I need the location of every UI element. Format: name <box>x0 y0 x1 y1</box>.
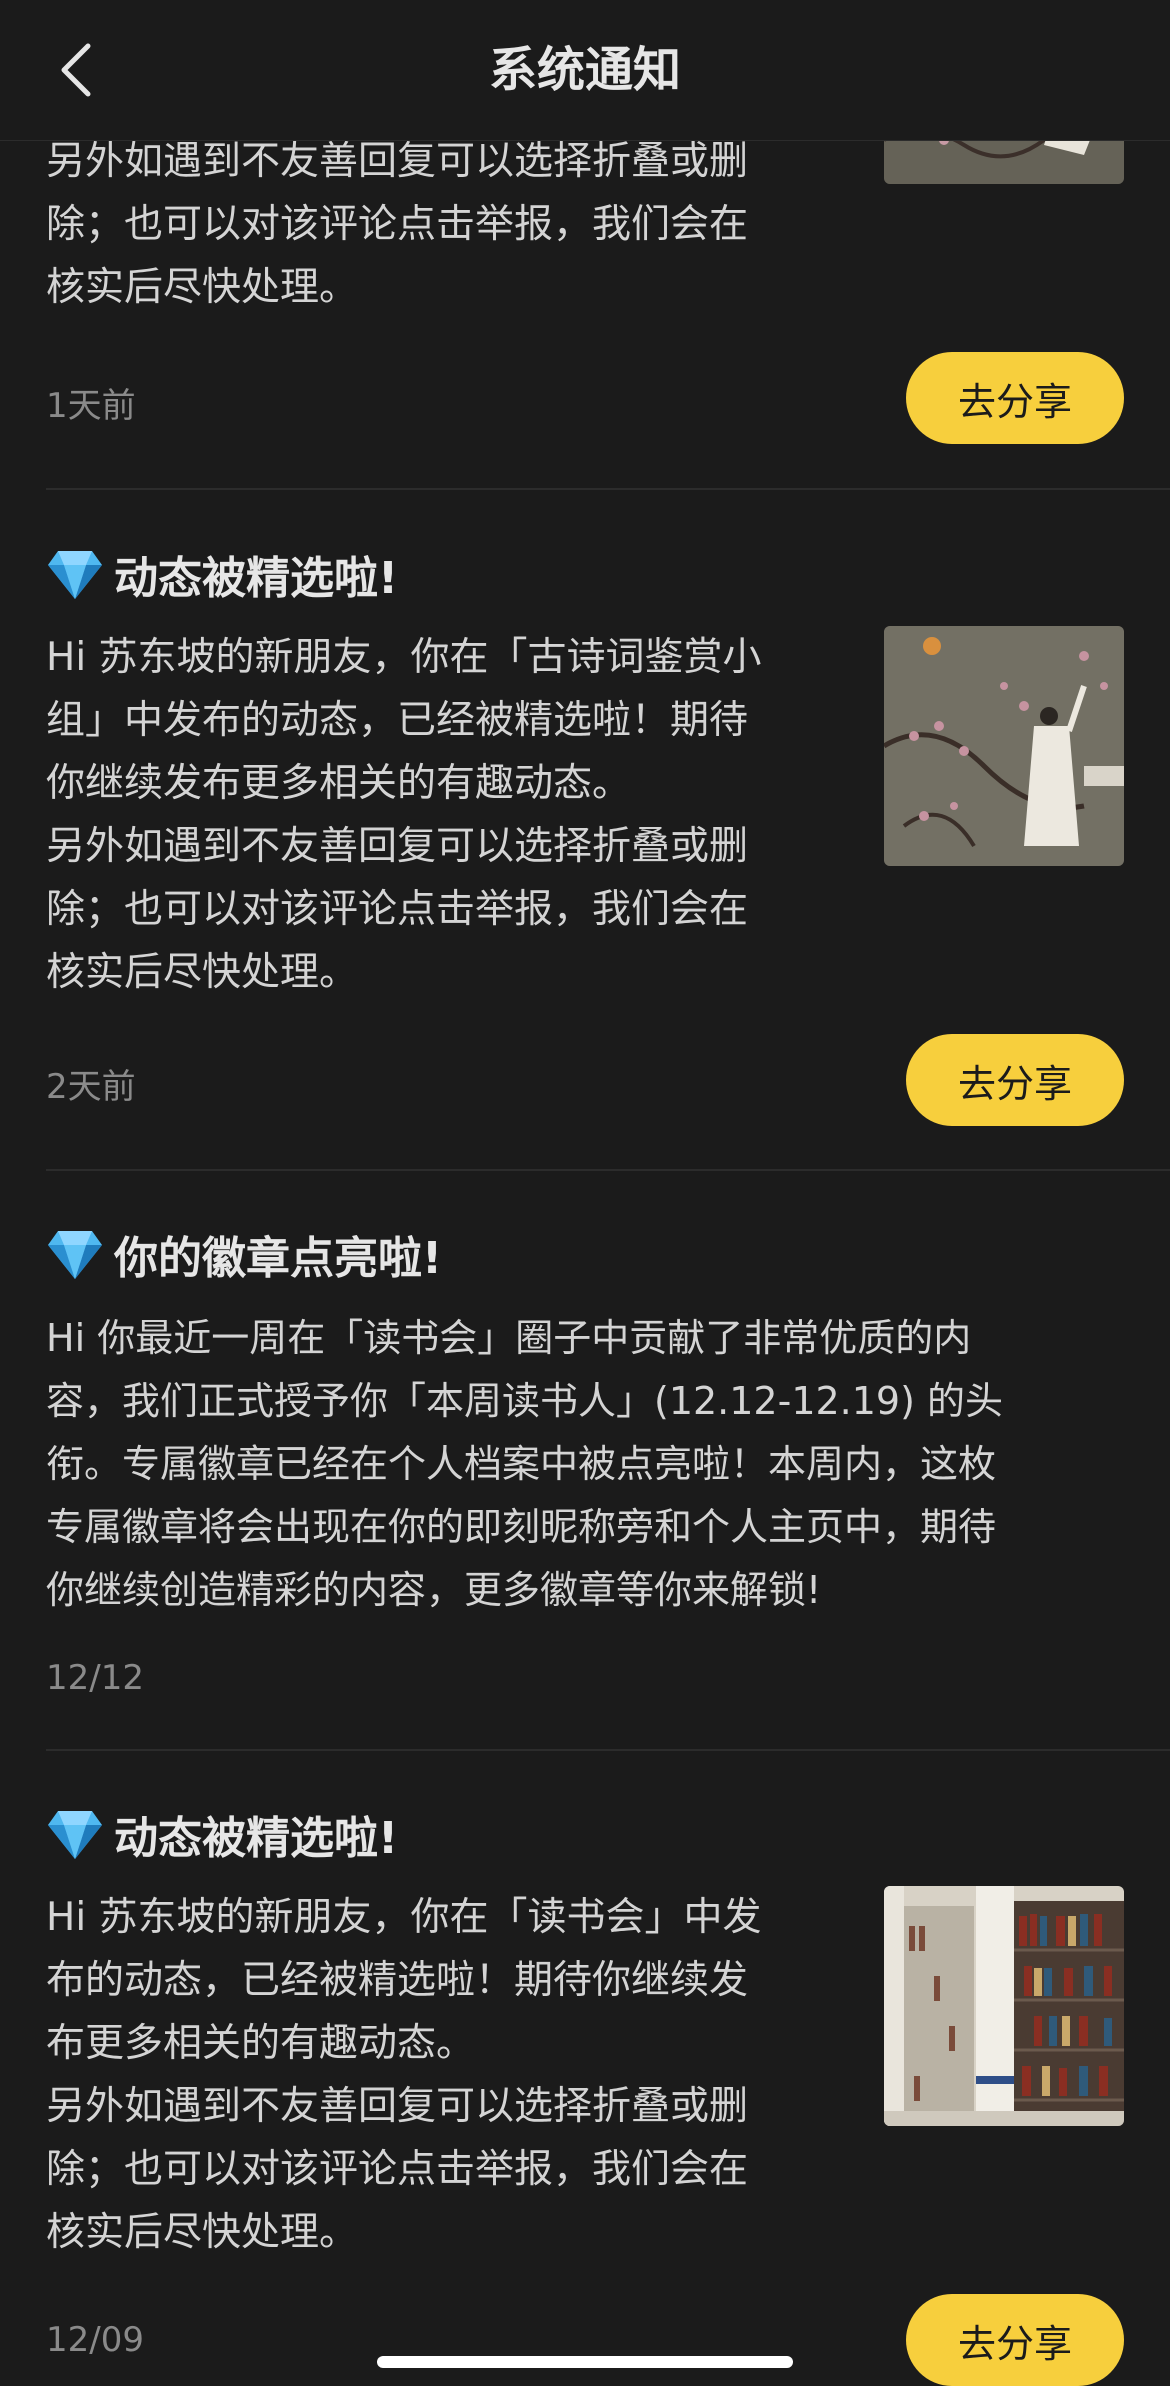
share-button[interactable]: 去分享 <box>906 2294 1124 2386</box>
divider <box>46 488 1170 490</box>
notification-body: Hi 苏东坡的新朋友，你在「读书会」中发 布的动态，已经被精选啦！期待你继续发 … <box>46 1886 846 2264</box>
notification-thumbnail[interactable] <box>884 1886 1124 2126</box>
body-line: 核实后尽快处理。 <box>46 265 359 310</box>
body-line: 核实后尽快处理。 <box>46 2210 359 2255</box>
divider <box>46 1169 1170 1171</box>
notification-title: 动态被精选啦! <box>46 1804 398 1864</box>
share-button[interactable]: 去分享 <box>906 352 1124 444</box>
notification-title: 你的徽章点亮啦! <box>46 1224 442 1284</box>
body-line: 布的动态，已经被精选啦！期待你继续发 <box>46 1958 749 2003</box>
body-line: 专属徽章将会出现在你的即刻昵称旁和个人主页中，期待 <box>46 1505 997 1549</box>
notification-time: 1天前 <box>46 386 136 426</box>
divider <box>46 1749 1170 1751</box>
body-line: Hi 苏东坡的新朋友，你在「读书会」中发 <box>46 1895 762 1940</box>
title-text: 动态被精选啦! <box>114 1813 399 1864</box>
body-line: 另外如遇到不友善回复可以选择折叠或删 <box>46 2084 749 2129</box>
body-line: 容，我们正式授予你「本周读书人」(12.12-12.19) 的头 <box>46 1379 1004 1423</box>
notification-time: 12/09 <box>46 2320 144 2360</box>
notification-body: 另外如遇到不友善回复可以选择折叠或删 除；也可以对该评论点击举报，我们会在 核实… <box>46 130 836 319</box>
body-line: 衔。专属徽章已经在个人档案中被点亮啦！本周内，这枚 <box>46 1442 997 1486</box>
home-indicator[interactable] <box>377 2356 793 2368</box>
title-text: 动态被精选啦! <box>114 553 399 604</box>
body-line: 你继续发布更多相关的有趣动态。 <box>46 761 632 806</box>
notification-time: 12/12 <box>46 1658 144 1698</box>
body-line: Hi 你最近一周在「读书会」圈子中贡献了非常优质的内 <box>46 1316 972 1360</box>
body-line: 你继续创造精彩的内容，更多徽章等你来解锁! <box>46 1568 822 1612</box>
notification-thumbnail[interactable] <box>884 626 1124 866</box>
body-line: 布更多相关的有趣动态。 <box>46 2021 476 2066</box>
body-line: 组」中发布的动态，已经被精选啦！期待 <box>46 698 749 743</box>
diamond-gem-icon <box>48 551 102 599</box>
body-line: 核实后尽快处理。 <box>46 950 359 995</box>
body-line: 除；也可以对该评论点击举报，我们会在 <box>46 2147 749 2192</box>
body-line: 除；也可以对该评论点击举报，我们会在 <box>46 202 749 247</box>
notification-title: 动态被精选啦! <box>46 544 398 604</box>
share-button[interactable]: 去分享 <box>906 1034 1124 1126</box>
notification-body: Hi 苏东坡的新朋友，你在「古诗词鉴赏小 组」中发布的动态，已经被精选啦！期待 … <box>46 626 846 1004</box>
notification-body: Hi 你最近一周在「读书会」圈子中贡献了非常优质的内 容，我们正式授予你「本周读… <box>46 1307 1136 1622</box>
body-line: Hi 苏东坡的新朋友，你在「古诗词鉴赏小 <box>46 635 762 680</box>
page-title: 系统通知 <box>488 42 681 98</box>
diamond-gem-icon <box>48 1231 102 1279</box>
body-line: 除；也可以对该评论点击举报，我们会在 <box>46 887 749 932</box>
body-line: 另外如遇到不友善回复可以选择折叠或删 <box>46 824 749 869</box>
notification-time: 2天前 <box>46 1067 136 1107</box>
navigation-bar: 系统通知 <box>0 0 1170 141</box>
diamond-gem-icon <box>48 1811 102 1859</box>
title-text: 你的徽章点亮啦! <box>114 1233 443 1284</box>
